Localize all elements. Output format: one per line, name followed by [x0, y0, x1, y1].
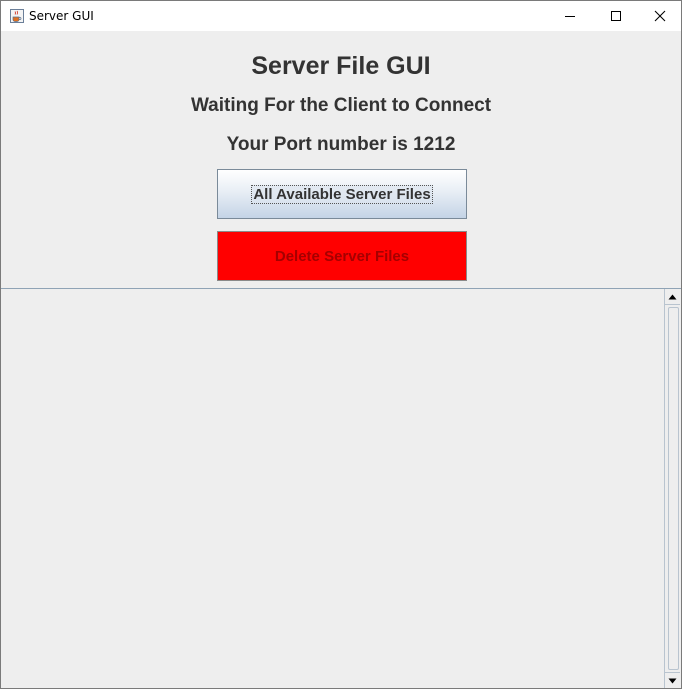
server-gui-window: Server GUI Server File GUI Waiting For t…: [0, 0, 682, 689]
delete-server-files-label: Delete Server Files: [274, 247, 410, 265]
all-server-files-button[interactable]: All Available Server Files: [217, 169, 467, 219]
java-cup-icon: [9, 8, 25, 24]
log-text-area[interactable]: [1, 288, 681, 688]
scroll-down-button[interactable]: [665, 672, 680, 688]
main-panel: Server File GUI Waiting For the Client t…: [1, 31, 681, 688]
maximize-icon: [611, 11, 621, 21]
arrow-up-icon: [668, 294, 677, 299]
close-icon: [654, 10, 666, 22]
maximize-button[interactable]: [593, 1, 639, 31]
minimize-button[interactable]: [547, 1, 593, 31]
vertical-scrollbar[interactable]: [664, 289, 681, 688]
title-bar[interactable]: Server GUI: [1, 1, 681, 31]
port-label: Your Port number is 1212: [226, 134, 456, 155]
minimize-icon: [565, 16, 575, 17]
all-server-files-label: All Available Server Files: [251, 184, 433, 204]
scroll-track[interactable]: [668, 307, 679, 670]
close-button[interactable]: [637, 1, 681, 31]
scroll-up-button[interactable]: [665, 289, 680, 305]
window-title: Server GUI: [29, 9, 94, 23]
arrow-down-icon: [668, 678, 677, 683]
page-title: Server File GUI: [251, 52, 431, 80]
connection-status: Waiting For the Client to Connect: [190, 95, 492, 116]
delete-server-files-button[interactable]: Delete Server Files: [217, 231, 467, 281]
